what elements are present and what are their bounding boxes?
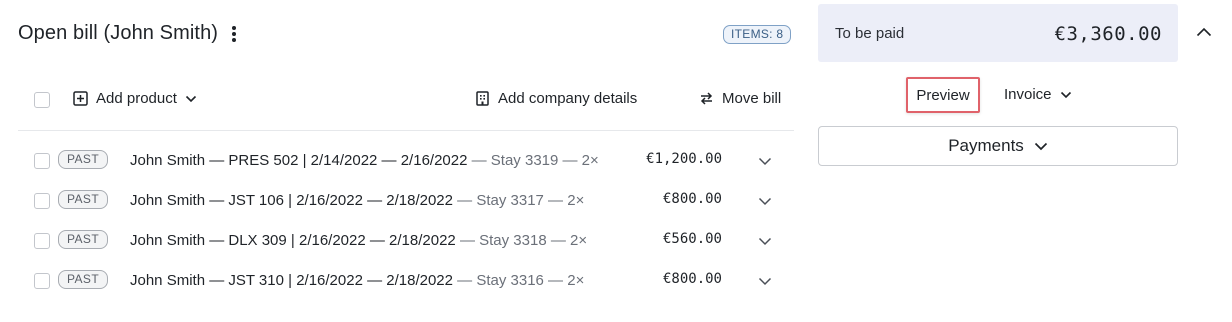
preview-label: Preview <box>916 86 970 104</box>
item-description: John Smith — PRES 502 | 2/14/2022 — 2/16… <box>130 152 599 169</box>
item-main-text: John Smith — DLX 309 | 2/16/2022 — 2/18/… <box>130 232 456 249</box>
item-main-text: John Smith — JST 106 | 2/16/2022 — 2/18/… <box>130 192 453 209</box>
chevron-down-icon[interactable] <box>758 153 772 171</box>
invoice-label: Invoice <box>1004 86 1052 103</box>
plus-square-icon <box>72 91 88 107</box>
item-meta-text: — Stay 3316 — 2× <box>453 272 585 289</box>
item-meta-text: — Stay 3318 — 2× <box>455 232 588 249</box>
to-be-paid-summary: To be paid €3,360.00 <box>818 4 1178 62</box>
move-bill-label: Move bill <box>722 90 782 107</box>
bill-title-row: Open bill (John Smith) <box>18 22 238 45</box>
chevron-down-icon <box>185 95 197 103</box>
add-product-button[interactable]: Add product <box>72 90 197 107</box>
item-amount: €1,200.00 <box>646 151 722 167</box>
item-amount: €560.00 <box>662 231 722 247</box>
bill-item-row: PAST John Smith — DLX 309 | 2/16/2022 — … <box>18 229 794 253</box>
chevron-down-icon <box>1034 142 1048 151</box>
invoice-dropdown-button[interactable]: Invoice <box>1004 86 1072 103</box>
swap-arrows-icon <box>698 91 714 107</box>
to-be-paid-amount: €3,360.00 <box>1054 23 1162 45</box>
payments-dropdown-button[interactable]: Payments <box>818 126 1178 166</box>
building-icon <box>474 91 490 107</box>
past-status-badge: PAST <box>58 270 109 289</box>
past-status-badge: PAST <box>58 150 109 169</box>
toolbar-divider <box>18 130 794 131</box>
add-company-details-button[interactable]: Add company details <box>474 90 637 107</box>
bill-item-row: PAST John Smith — PRES 502 | 2/14/2022 —… <box>18 149 794 173</box>
row-checkbox[interactable] <box>34 193 50 209</box>
move-bill-button[interactable]: Move bill <box>698 90 781 107</box>
chevron-down-icon <box>1060 91 1072 99</box>
row-checkbox[interactable] <box>34 153 50 169</box>
item-description: John Smith — JST 310 | 2/16/2022 — 2/18/… <box>130 272 584 289</box>
item-amount: €800.00 <box>662 271 722 287</box>
item-main-text: John Smith — PRES 502 | 2/14/2022 — 2/16… <box>130 152 468 169</box>
item-meta-text: — Stay 3317 — 2× <box>453 192 585 209</box>
item-description: John Smith — DLX 309 | 2/16/2022 — 2/18/… <box>130 232 587 249</box>
bill-title: Open bill (John Smith) <box>18 22 219 44</box>
more-vertical-icon[interactable] <box>230 24 238 44</box>
add-company-details-label: Add company details <box>498 90 638 107</box>
select-all-checkbox[interactable] <box>34 92 50 108</box>
item-main-text: John Smith — JST 310 | 2/16/2022 — 2/18/… <box>130 272 453 289</box>
item-meta-text: — Stay 3319 — 2× <box>467 152 599 169</box>
chevron-down-icon[interactable] <box>758 193 772 211</box>
items-count-badge: ITEMS: 8 <box>723 25 792 44</box>
chevron-down-icon[interactable] <box>758 273 772 291</box>
row-checkbox[interactable] <box>34 233 50 249</box>
item-amount: €800.00 <box>662 191 722 207</box>
add-product-label: Add product <box>96 90 177 107</box>
payments-label: Payments <box>948 136 1024 155</box>
chevron-up-icon[interactable] <box>1196 24 1212 42</box>
chevron-down-icon[interactable] <box>758 233 772 251</box>
preview-button[interactable]: Preview <box>906 77 980 113</box>
bill-item-row: PAST John Smith — JST 310 | 2/16/2022 — … <box>18 269 794 293</box>
past-status-badge: PAST <box>58 190 109 209</box>
to-be-paid-label: To be paid <box>835 25 905 42</box>
item-description: John Smith — JST 106 | 2/16/2022 — 2/18/… <box>130 192 584 209</box>
row-checkbox[interactable] <box>34 273 50 289</box>
bill-item-row: PAST John Smith — JST 106 | 2/16/2022 — … <box>18 189 794 213</box>
past-status-badge: PAST <box>58 230 109 249</box>
bill-toolbar: Add product Add company details Move bil… <box>18 88 794 114</box>
